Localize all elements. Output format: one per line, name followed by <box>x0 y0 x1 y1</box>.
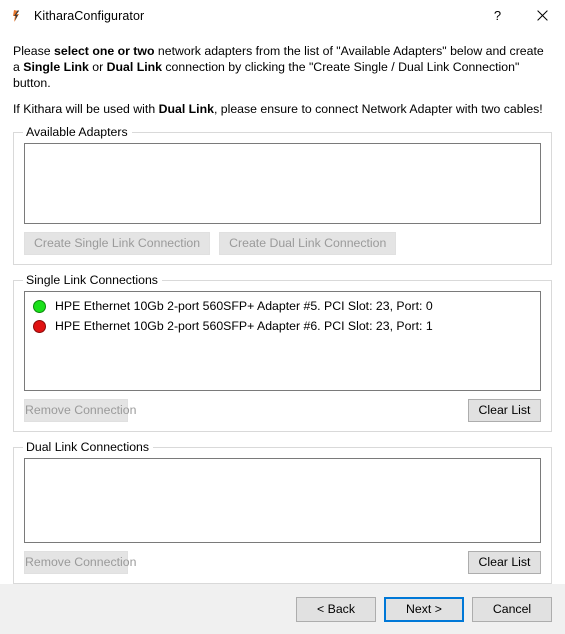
content-area: Please select one or two network adapter… <box>0 31 565 584</box>
instructions-line-1: Please select one or two network adapter… <box>13 43 552 91</box>
instr-bold-dual-link: Dual Link <box>106 60 162 74</box>
dual-link-buttons: Remove Connection Clear List <box>24 551 541 574</box>
title-bar: KitharaConfigurator ? <box>0 0 565 31</box>
dual-link-connections-list[interactable] <box>24 458 541 543</box>
available-adapters-buttons: Create Single Link Connection Create Dua… <box>24 232 541 255</box>
create-single-link-button[interactable]: Create Single Link Connection <box>24 232 211 255</box>
instructions: Please select one or two network adapter… <box>13 43 552 117</box>
status-indicator-icon <box>33 319 46 333</box>
remove-connection-button-single[interactable]: Remove Connection <box>24 399 136 422</box>
cancel-button[interactable]: Cancel <box>472 596 552 622</box>
window-title: KitharaConfigurator <box>34 8 145 23</box>
available-adapters-group: Available Adapters Create Single Link Co… <box>13 126 552 265</box>
instructions-line-2: If Kithara will be used with Dual Link, … <box>13 101 552 117</box>
dual-link-connections-label: Dual Link Connections <box>23 441 154 454</box>
list-item[interactable]: HPE Ethernet 10Gb 2-port 560SFP+ Adapter… <box>25 296 540 316</box>
create-dual-link-button[interactable]: Create Dual Link Connection <box>219 232 397 255</box>
list-item[interactable]: HPE Ethernet 10Gb 2-port 560SFP+ Adapter… <box>25 316 540 336</box>
instr-bold-select: select one or two <box>54 44 155 58</box>
list-item-label: HPE Ethernet 10Gb 2-port 560SFP+ Adapter… <box>55 319 433 333</box>
next-button[interactable]: Next > <box>384 596 464 622</box>
kithara-logo-icon <box>9 8 25 24</box>
instr-bold-single-link: Single Link <box>23 60 89 74</box>
single-link-connections-label: Single Link Connections <box>23 274 162 287</box>
list-item-label: HPE Ethernet 10Gb 2-port 560SFP+ Adapter… <box>55 299 433 313</box>
instr-text: or <box>88 60 107 74</box>
back-button[interactable]: < Back <box>296 596 376 622</box>
kithara-configurator-window: KitharaConfigurator ? Please select one … <box>0 0 565 634</box>
instr-bold-dual-link-2: Dual Link <box>158 102 214 116</box>
single-link-connections-list[interactable]: HPE Ethernet 10Gb 2-port 560SFP+ Adapter… <box>24 291 541 391</box>
clear-list-button-dual[interactable]: Clear List <box>468 551 541 574</box>
remove-connection-button-dual[interactable]: Remove Connection <box>24 551 136 574</box>
single-link-buttons: Remove Connection Clear List <box>24 399 541 422</box>
close-icon[interactable] <box>520 0 565 31</box>
dual-link-connections-group: Dual Link Connections Remove Connection … <box>13 441 552 584</box>
available-adapters-list[interactable] <box>24 143 541 224</box>
footer-bar: < Back Next > Cancel <box>0 584 565 634</box>
instr-text: , please ensure to connect Network Adapt… <box>213 102 543 116</box>
instr-text: Please <box>13 44 55 58</box>
help-button[interactable]: ? <box>475 0 520 31</box>
clear-list-button-single[interactable]: Clear List <box>468 399 541 422</box>
available-adapters-label: Available Adapters <box>23 126 132 139</box>
status-indicator-icon <box>33 299 46 313</box>
single-link-connections-group: Single Link Connections HPE Ethernet 10G… <box>13 274 552 432</box>
instr-text: If Kithara will be used with <box>13 102 159 116</box>
